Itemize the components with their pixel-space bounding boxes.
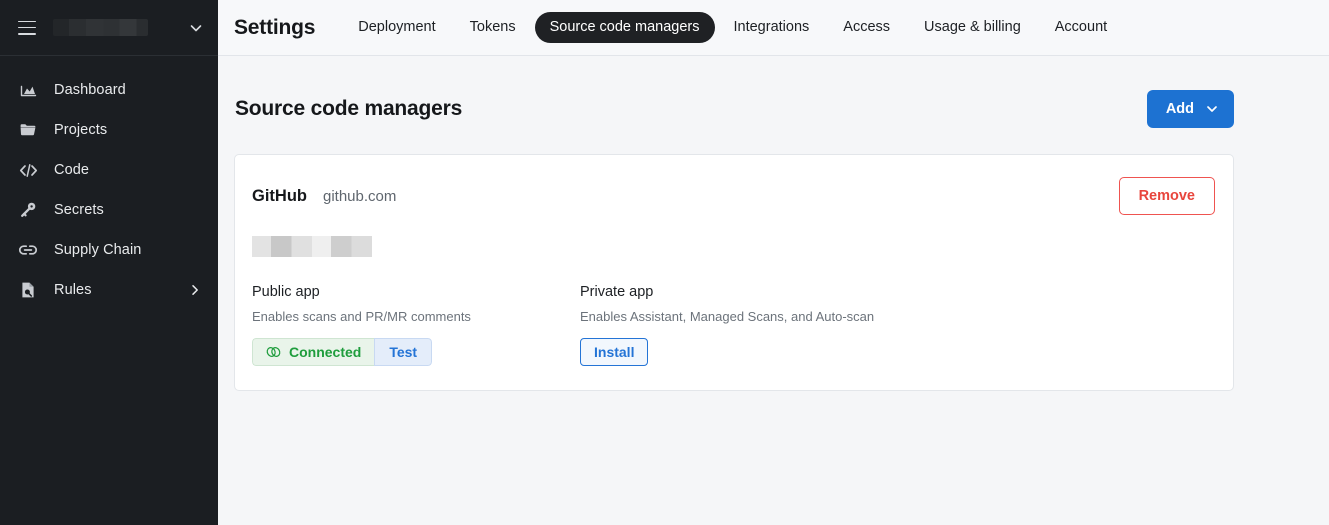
sidebar-item-label: Supply Chain [54, 242, 141, 258]
key-icon [18, 200, 38, 220]
sidebar-nav: Dashboard Projects [0, 56, 218, 310]
main-area: Settings Deployment Tokens Source code m… [218, 0, 1329, 525]
sidebar-item-label: Rules [54, 282, 92, 298]
chevron-down-icon[interactable] [188, 20, 204, 36]
app-root: Dashboard Projects [0, 0, 1329, 525]
tab-integrations[interactable]: Integrations [719, 12, 825, 43]
sidebar-item-label: Dashboard [54, 82, 126, 98]
hamburger-icon[interactable] [18, 21, 36, 35]
chevron-down-icon [1205, 102, 1219, 116]
status-badge-connected[interactable]: Connected [252, 338, 374, 366]
document-search-icon [18, 280, 38, 300]
top-navbar: Settings Deployment Tokens Source code m… [218, 0, 1329, 56]
install-button[interactable]: Install [580, 338, 648, 366]
private-app-section: Private app Enables Assistant, Managed S… [580, 284, 874, 366]
chevron-right-icon[interactable] [188, 283, 202, 297]
card-header: GitHub github.com Remove [252, 177, 1215, 215]
public-app-title: Public app [252, 284, 580, 300]
tab-deployment[interactable]: Deployment [343, 12, 450, 43]
tab-account[interactable]: Account [1040, 12, 1122, 43]
sidebar-item-dashboard[interactable]: Dashboard [0, 70, 218, 110]
content-inner: Source code managers Add GitHub github [234, 90, 1234, 391]
sidebar-item-supply-chain[interactable]: Supply Chain [0, 230, 218, 270]
tab-usage-billing[interactable]: Usage & billing [909, 12, 1036, 43]
add-button-label: Add [1166, 101, 1194, 117]
tab-access[interactable]: Access [828, 12, 905, 43]
tab-source-code-managers[interactable]: Source code managers [535, 12, 715, 43]
sidebar-header [0, 0, 218, 56]
public-app-description: Enables scans and PR/MR comments [252, 309, 580, 324]
settings-tabs: Deployment Tokens Source code managers I… [343, 12, 1122, 43]
remove-button[interactable]: Remove [1119, 177, 1215, 215]
sidebar-item-projects[interactable]: Projects [0, 110, 218, 150]
account-name-redacted [252, 236, 372, 257]
sidebar-item-code[interactable]: Code [0, 150, 218, 190]
chart-area-icon [18, 80, 38, 100]
sidebar: Dashboard Projects [0, 0, 218, 525]
scm-card-github: GitHub github.com Remove Public app Enab… [234, 154, 1234, 391]
provider-host: github.com [323, 188, 396, 205]
apps-row: Public app Enables scans and PR/MR comme… [252, 284, 1215, 366]
sidebar-item-secrets[interactable]: Secrets [0, 190, 218, 230]
sidebar-item-rules[interactable]: Rules [0, 270, 218, 310]
page-section-title: Settings [234, 16, 315, 40]
provider-name: GitHub [252, 187, 307, 206]
sidebar-item-label: Projects [54, 122, 107, 138]
link-chain-icon [18, 240, 38, 260]
status-badge-label: Connected [289, 344, 361, 360]
tab-tokens[interactable]: Tokens [455, 12, 531, 43]
private-app-title: Private app [580, 284, 874, 300]
public-app-actions: Connected Test [252, 338, 432, 366]
public-app-section: Public app Enables scans and PR/MR comme… [252, 284, 580, 366]
code-brackets-icon [18, 160, 38, 180]
folder-icon [18, 120, 38, 140]
add-button[interactable]: Add [1147, 90, 1234, 128]
org-name-redacted [53, 19, 148, 36]
test-button[interactable]: Test [374, 338, 432, 366]
link-chain-icon [266, 346, 281, 358]
page-title: Source code managers [235, 97, 462, 121]
content-area: Source code managers Add GitHub github [218, 56, 1329, 525]
sidebar-item-label: Secrets [54, 202, 104, 218]
private-app-description: Enables Assistant, Managed Scans, and Au… [580, 309, 874, 324]
page-header: Source code managers Add [234, 90, 1234, 128]
sidebar-item-label: Code [54, 162, 89, 178]
